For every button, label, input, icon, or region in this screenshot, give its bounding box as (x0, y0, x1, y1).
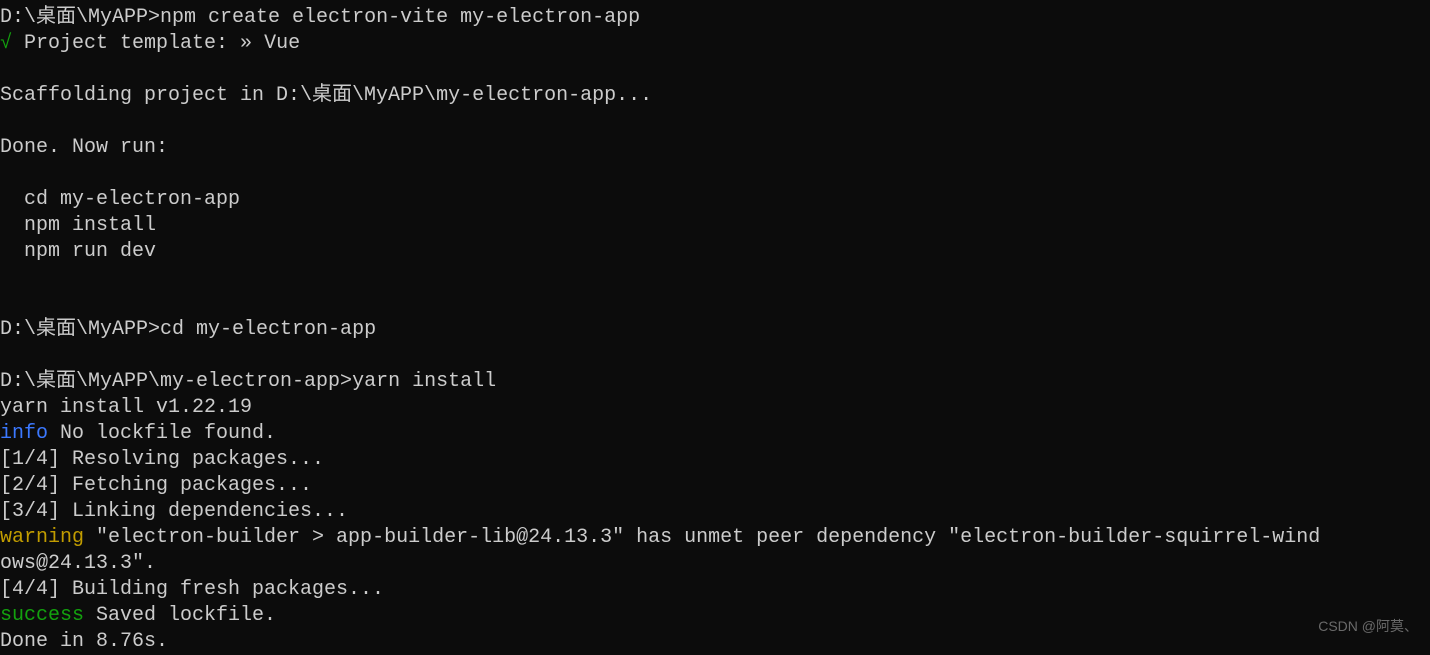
done-line: Done. Now run: (0, 135, 1430, 161)
blank-line (0, 343, 1430, 369)
info-line: info No lockfile found. (0, 421, 1430, 447)
blank-line (0, 109, 1430, 135)
command-text: npm create electron-vite my-electron-app (160, 6, 640, 29)
template-label: Project template: » (12, 32, 264, 55)
yarn-version: yarn install v1.22.19 (0, 395, 1430, 421)
step-line: npm run dev (0, 239, 1430, 265)
info-text: No lockfile found. (48, 422, 276, 445)
step-line: npm install (0, 213, 1430, 239)
prompt-path: D:\桌面\MyAPP\my-electron-app> (0, 370, 352, 393)
terminal-output[interactable]: D:\桌面\MyAPP>npm create electron-vite my-… (0, 5, 1430, 655)
prompt-path: D:\桌面\MyAPP> (0, 6, 160, 29)
done-time: Done in 8.76s. (0, 629, 1430, 655)
warning-line-cont: ows@24.13.3". (0, 551, 1430, 577)
blank-line (0, 291, 1430, 317)
stage-line: [4/4] Building fresh packages... (0, 577, 1430, 603)
check-icon: √ (0, 32, 12, 55)
info-label: info (0, 422, 48, 445)
success-text: Saved lockfile. (84, 604, 276, 627)
warning-line: warning "electron-builder > app-builder-… (0, 525, 1430, 551)
prompt-path: D:\桌面\MyAPP> (0, 318, 160, 341)
warning-text: "electron-builder > app-builder-lib@24.1… (84, 526, 1320, 549)
watermark: CSDN @阿莫、 (1318, 617, 1418, 635)
stage-line: [2/4] Fetching packages... (0, 473, 1430, 499)
blank-line (0, 161, 1430, 187)
stage-line: [1/4] Resolving packages... (0, 447, 1430, 473)
prompt-line: D:\桌面\MyAPP>npm create electron-vite my-… (0, 5, 1430, 31)
scaffold-line: Scaffolding project in D:\桌面\MyAPP\my-el… (0, 83, 1430, 109)
prompt-line: D:\桌面\MyAPP>cd my-electron-app (0, 317, 1430, 343)
template-line: √ Project template: » Vue (0, 31, 1430, 57)
prompt-line: D:\桌面\MyAPP\my-electron-app>yarn install (0, 369, 1430, 395)
blank-line (0, 265, 1430, 291)
success-label: success (0, 604, 84, 627)
command-text: yarn install (352, 370, 496, 393)
warning-label: warning (0, 526, 84, 549)
template-value: Vue (264, 32, 300, 55)
command-text: cd my-electron-app (160, 318, 376, 341)
blank-line (0, 57, 1430, 83)
success-line: success Saved lockfile. (0, 603, 1430, 629)
step-line: cd my-electron-app (0, 187, 1430, 213)
stage-line: [3/4] Linking dependencies... (0, 499, 1430, 525)
